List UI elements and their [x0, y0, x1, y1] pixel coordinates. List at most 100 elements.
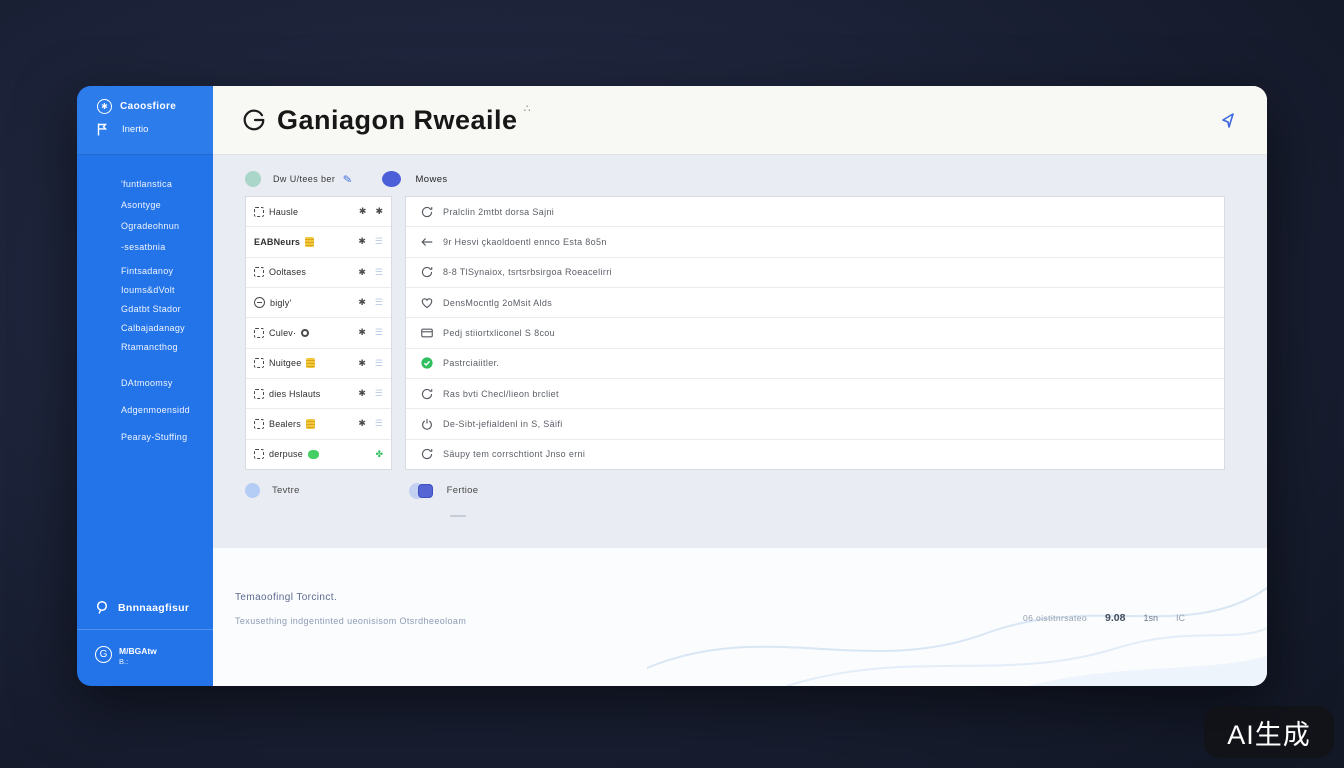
left-list-row[interactable]: Hausle ✱ ✱	[246, 197, 391, 228]
section-header: Dw U/tees ber ✎ Mowes	[245, 171, 1225, 187]
account-line1: M/BGAtw	[119, 646, 157, 656]
sidebar-item[interactable]: -sesatbnia	[121, 242, 213, 252]
list-lines-icon[interactable]: ☰	[375, 418, 383, 429]
sidebar-item[interactable]: Asontyge	[121, 200, 213, 210]
sidebar-item[interactable]: Ioums&dVolt	[121, 285, 213, 295]
sidebar-item[interactable]: 'funtlanstica	[121, 179, 213, 189]
ai-generated-watermark: AI生成	[1204, 706, 1334, 758]
sidebar-item[interactable]: DAtmoomsy	[121, 378, 213, 388]
sidebar-brand: ✱ Caoosfiore Inertio	[77, 86, 213, 155]
left-row-label: bigly'	[270, 297, 292, 308]
right-list-row[interactable]: De-Sibt-jefialdenl in S, Säifi	[406, 409, 1224, 440]
right-list-row[interactable]: Pastrciaiitler.	[406, 349, 1224, 379]
asterisk-icon[interactable]: ✱	[358, 388, 366, 399]
legend-row: Tevtre Fertioe	[245, 482, 1225, 499]
sidebar-item[interactable]: Rtamancthog	[121, 342, 213, 352]
asterisk-icon[interactable]: ✱	[358, 327, 366, 338]
asterisk-icon[interactable]: ✱	[358, 297, 366, 308]
left-row-label: Culev·	[269, 327, 297, 338]
brand-row[interactable]: ✱ Caoosfiore	[97, 99, 213, 114]
right-row-text: Pastrciaiitler.	[443, 358, 500, 369]
list-lines-icon[interactable]: ☰	[375, 267, 383, 278]
list-lines-icon[interactable]: ☰	[375, 327, 383, 338]
send-arrow-icon[interactable]	[1217, 109, 1239, 131]
list-lines-icon[interactable]: ☰	[375, 236, 383, 247]
asterisk-icon[interactable]: ✱	[359, 206, 367, 217]
asterisk-icon[interactable]: ✱	[358, 358, 366, 369]
sidebar: ✱ Caoosfiore Inertio 'funtlanstica Asonty…	[77, 86, 213, 686]
sidebar-footer: Bnnnaagfisur G M/BGAtw B.:	[77, 600, 213, 686]
stat-code: IC	[1176, 613, 1185, 623]
sidebar-footer-primary[interactable]: Bnnnaagfisur	[77, 600, 213, 615]
left-list-row[interactable]: Bealers ✱ ☰	[246, 409, 391, 440]
right-row-text: De-Sibt-jefialdenl in S, Säifi	[443, 418, 563, 429]
legend-square-icon	[417, 483, 433, 498]
checkbox-icon	[254, 449, 264, 460]
nav-group-2: Fintsadanoy Ioums&dVolt Gdatbt Stador Calba…	[121, 266, 213, 352]
list-lines-icon[interactable]: ☰	[375, 388, 383, 399]
list-lines-icon[interactable]: ☰	[375, 358, 383, 369]
brand-subrow[interactable]: Inertio	[97, 123, 213, 136]
left-list-row[interactable]: derpuse ✤	[246, 440, 391, 469]
left-row-label: Ooltases	[269, 267, 307, 278]
sidebar-item[interactable]: Calbajadanagy	[121, 323, 213, 333]
brand-title: Caoosfiore	[120, 101, 177, 112]
left-list-row[interactable]: Culev· ✱ ☰	[246, 318, 391, 349]
refresh-icon	[421, 267, 433, 278]
footer-line2: Texusething indgentinted ueonisisom Otsr…	[235, 616, 467, 626]
check-circle-icon	[421, 357, 433, 369]
g-circle-icon	[243, 109, 265, 131]
right-list-row[interactable]: Ras bvti Checl/lieon brcliet	[406, 379, 1224, 410]
left-row-label: Nuitgee	[269, 358, 302, 369]
right-list-row[interactable]: Säupy tem corrschtiont Jnso erni	[406, 440, 1224, 469]
right-list-row[interactable]: Pedj stiiortxliconel S 8cou	[406, 318, 1224, 349]
edit-pencil-icon[interactable]: ✎	[342, 172, 354, 186]
left-list-row[interactable]: bigly' ✱ ☰	[246, 288, 391, 319]
refresh-icon	[421, 388, 433, 399]
status-badge-teal	[245, 171, 261, 187]
sidebar-item[interactable]: Pearay-Stuffing	[121, 432, 213, 442]
left-list-row[interactable]: Nuitgee ✱ ☰	[246, 349, 391, 379]
sidebar-item[interactable]: Ogradeohnun	[121, 221, 213, 231]
right-list-row[interactable]: Pralclin 2mtbt dorsa Sajni	[406, 197, 1224, 228]
asterisk-icon[interactable]: ✱	[375, 206, 383, 217]
right-row-text: Säupy tem corrschtiont Jnso erni	[443, 449, 586, 460]
g-badge-icon: G	[95, 646, 112, 663]
right-list-row[interactable]: 9r Hesvi çkaoldoentl ennco Esta 8o5n	[406, 227, 1224, 258]
legend-label-2: Fertioe	[446, 485, 479, 496]
list-lines-icon[interactable]: ☰	[375, 297, 383, 308]
sidebar-item[interactable]: Adgenmoensidd	[121, 405, 213, 415]
asterisk-icon[interactable]: ✱	[358, 267, 366, 278]
left-list-row[interactable]: Ooltases ✱ ☰	[246, 258, 391, 288]
footer-stats: 06 oistitnrsateo 9.08 1sn IC	[1023, 612, 1185, 624]
left-list-row[interactable]: EABNeurs ✱ ☰	[246, 227, 391, 258]
page-title: Ganiagon Rweaile	[277, 104, 518, 135]
right-list-row[interactable]: 8-8 TlSynaiox, tsrtsrbsirgoa Roeacelirri	[406, 258, 1224, 288]
left-list-row[interactable]: dies Hslauts ✱ ☰	[246, 379, 391, 410]
asterisk-icon[interactable]: ✱	[358, 236, 366, 247]
nav-group-0: 'funtlanstica	[121, 179, 213, 189]
left-row-label: EABNeurs	[254, 236, 301, 247]
yellow-badge	[306, 358, 316, 369]
credit-card-icon	[421, 328, 433, 338]
checkbox-icon	[254, 388, 264, 399]
flower-icon[interactable]: ✤	[375, 449, 383, 460]
app-logo-icon: ✱	[97, 99, 112, 114]
right-row-text: Pralclin 2mtbt dorsa Sajni	[443, 206, 555, 217]
asterisk-icon[interactable]: ✱	[358, 418, 366, 429]
legend-selected-chip[interactable]	[408, 482, 433, 499]
sidebar-item[interactable]: Fintsadanoy	[121, 266, 213, 276]
sidebar-divider	[77, 629, 213, 630]
left-row-label: Bealers	[269, 418, 301, 429]
nav-group-1: Asontyge Ogradeohnun -sesatbnia	[121, 200, 213, 252]
legend-circle-icon[interactable]	[245, 483, 260, 498]
circle-minus-icon	[254, 297, 265, 309]
right-list-row[interactable]: DensMocntlg 2oMsit Alds	[406, 288, 1224, 319]
left-list-card: Hausle ✱ ✱ EABNeurs ✱ ☰ Ooltases ✱ ☰ bigly' ✱ ☰ Cule…	[245, 196, 392, 470]
right-row-text: Ras bvti Checl/lieon brcliet	[443, 388, 559, 399]
green-badge	[307, 449, 319, 459]
brand-subtitle: Inertio	[122, 124, 149, 135]
sidebar-item[interactable]: Gdatbt Stador	[121, 304, 213, 314]
sidebar-account[interactable]: G M/BGAtw B.:	[77, 646, 213, 686]
checkbox-icon	[254, 267, 264, 278]
